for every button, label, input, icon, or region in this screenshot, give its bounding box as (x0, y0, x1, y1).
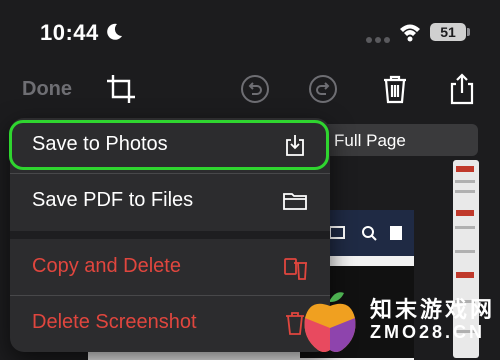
save-pdf-to-files-item[interactable]: Save PDF to Files (10, 174, 330, 228)
wifi-icon (400, 24, 420, 42)
menu-item-label: Copy and Delete (32, 255, 181, 277)
watermark-logo (304, 292, 356, 352)
full-page-tab-label[interactable]: Full Page (334, 131, 406, 151)
highlight-outline (9, 120, 329, 170)
preview-header-icons (330, 226, 402, 241)
folder-icon (283, 193, 307, 210)
thumbnail-mark (456, 272, 474, 278)
battery-indicator: 51 (430, 23, 466, 41)
delete-screenshot-item[interactable]: Delete Screenshot (10, 296, 330, 350)
watermark-domain: ZMO28.CN (370, 322, 486, 342)
moon-icon (107, 23, 122, 40)
watermark-title: 知末游戏网 (370, 297, 496, 322)
done-button[interactable]: Done (22, 78, 72, 101)
thumbnail-mark (456, 210, 474, 216)
redo-icon[interactable] (306, 72, 340, 106)
trash-icon[interactable] (378, 72, 412, 106)
thumbnail-mark (456, 166, 474, 172)
menu-item-label: Save PDF to Files (32, 189, 194, 211)
thumbnail-line (455, 180, 475, 183)
crop-icon[interactable] (104, 72, 138, 106)
menu-group-separator (10, 231, 330, 239)
undo-icon[interactable] (238, 72, 272, 106)
copy-delete-icon (284, 258, 307, 280)
signal-dots (366, 30, 393, 48)
clock: 10:44 (40, 20, 99, 45)
status-bar: 10:44 51 (0, 0, 500, 60)
thumbnail-line (455, 226, 475, 229)
copy-and-delete-item[interactable]: Copy and Delete (10, 240, 330, 294)
thumbnail-line (455, 190, 475, 193)
thumbnail-line (455, 250, 475, 253)
markup-toolbar: Done (0, 62, 500, 118)
menu-item-label: Delete Screenshot (32, 311, 197, 333)
share-icon[interactable] (445, 72, 479, 106)
battery-tip (467, 28, 470, 36)
